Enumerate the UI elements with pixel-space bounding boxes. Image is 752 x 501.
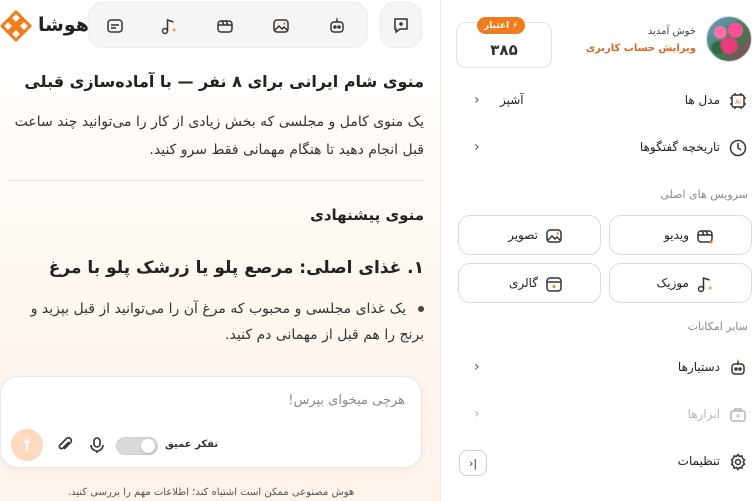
disclaimer: هوش مصنوعی ممکن است اشتباه کند؛ اطلاعات … xyxy=(67,487,355,498)
message-intro: یک منوی کامل و مجلسی که بخش زیادی از کار… xyxy=(14,114,424,158)
message-composer: هرچی میخوای بپرس! ↑ تفکر عمیق xyxy=(0,376,422,468)
service-label: ویدیو xyxy=(664,228,689,242)
sidebar-toggle-icon: |‹ xyxy=(468,456,478,470)
bullet-dot xyxy=(418,306,424,312)
paperclip-icon[interactable] xyxy=(55,435,75,455)
selected-model: آشپز xyxy=(500,93,524,107)
credit-value: ۳۸۵ xyxy=(490,41,518,59)
top-toolbar xyxy=(88,2,368,48)
section-title-other: سایر امکانات xyxy=(687,320,748,333)
gallery-icon xyxy=(546,277,562,292)
send-button[interactable]: ↑ xyxy=(11,429,43,461)
chevron-left-icon: ‹ xyxy=(474,359,480,375)
sidebar: خوش آمدید ویرایش حساب کاربری ⚡ اعتبار ۳۸… xyxy=(440,0,752,501)
toolbox-icon xyxy=(728,405,748,425)
sidebar-item-label: دستیارها xyxy=(677,360,720,374)
logo-mark-icon xyxy=(0,10,32,42)
list-item: یک غذای مجلسی و محبوب که مرغ آن را می‌تو… xyxy=(12,296,424,348)
sidebar-item-models[interactable]: AI مدل ها آشپز ‹ xyxy=(440,84,752,118)
chevron-left-icon: ‹ xyxy=(474,92,480,108)
message-title: منوی شام ایرانی برای ۸ نفر — با آماده‌سا… xyxy=(24,72,424,91)
music-spark-icon[interactable] xyxy=(157,14,181,38)
chevron-left-icon: ‹ xyxy=(474,406,480,422)
sidebar-item-label: تنظیمات xyxy=(677,454,720,468)
deep-thinking-label: تفکر عمیق xyxy=(165,439,219,450)
arrow-up-icon: ↑ xyxy=(20,435,34,455)
chat-main-area: هوشا منوی شام ایرانی برای ۸ نفر — با آما… xyxy=(0,0,440,501)
avatar[interactable] xyxy=(706,16,752,62)
credit-box[interactable]: ⚡ اعتبار ۳۸۵ xyxy=(456,17,552,68)
profile-header: خوش آمدید ویرایش حساب کاربری ⚡ اعتبار ۳۸… xyxy=(440,8,752,68)
deep-thinking-toggle[interactable] xyxy=(116,437,158,455)
sidebar-item-tools[interactable]: ابزارها ‹ xyxy=(440,398,752,432)
robot-icon xyxy=(728,358,748,378)
chat-plus-icon xyxy=(394,18,408,34)
service-label: گالری xyxy=(508,276,538,290)
gear-icon xyxy=(728,452,748,472)
service-gallery-button[interactable]: گالری xyxy=(458,263,601,303)
video-spark-icon[interactable] xyxy=(213,14,237,38)
edit-account-link[interactable]: ویرایش حساب کاربری xyxy=(586,43,696,54)
new-chat-button[interactable] xyxy=(380,2,422,48)
chevron-left-icon: ‹ xyxy=(474,139,480,155)
sidebar-item-label: مدل ها xyxy=(684,93,720,107)
menu-heading: منوی پیشنهادی xyxy=(310,206,424,224)
credit-badge: ⚡ اعتبار xyxy=(477,17,526,34)
service-video-button[interactable]: ویدیو xyxy=(609,215,752,255)
welcome-text: خوش آمدید xyxy=(647,26,696,37)
sidebar-item-history[interactable]: تاریخچه گفتگوها ‹ xyxy=(440,131,752,165)
divider xyxy=(8,180,424,181)
service-label: موزیک xyxy=(656,276,689,290)
image-spark-icon[interactable] xyxy=(269,14,293,38)
svg-text:AI: AI xyxy=(735,99,741,106)
history-chat-icon[interactable] xyxy=(103,14,127,38)
message-input[interactable]: هرچی میخوای بپرس! xyxy=(288,393,405,408)
credit-label: اعتبار xyxy=(484,20,510,31)
lightning-icon: ⚡ xyxy=(512,20,519,31)
toggle-knob xyxy=(141,439,155,453)
microphone-icon[interactable] xyxy=(87,435,107,455)
music-spark-icon xyxy=(697,276,713,293)
sidebar-item-label: تاریخچه گفتگوها xyxy=(639,140,720,154)
clock-icon xyxy=(728,138,748,158)
service-music-button[interactable]: موزیک xyxy=(609,263,752,303)
sidebar-item-label: ابزارها xyxy=(687,407,720,421)
service-image-button[interactable]: تصویر xyxy=(458,215,601,255)
image-spark-icon xyxy=(546,229,562,243)
ai-chip-icon: AI xyxy=(728,91,748,111)
sidebar-item-assistants[interactable]: دستیارها ‹ xyxy=(440,351,752,385)
dish-heading: ۱. غذای اصلی: مرصع پلو یا زرشک پلو با مر… xyxy=(48,258,424,278)
brand-name: هوشا xyxy=(38,14,89,36)
service-label: تصویر xyxy=(508,228,538,242)
logo[interactable]: هوشا xyxy=(0,4,89,46)
collapse-sidebar-button[interactable]: |‹ xyxy=(459,450,487,476)
video-spark-icon xyxy=(697,230,713,244)
bullet-text: یک غذای مجلسی و محبوب که مرغ آن را می‌تو… xyxy=(30,301,424,343)
section-title-main-services: سرویس های اصلی xyxy=(660,188,748,201)
robot-icon[interactable] xyxy=(325,14,349,38)
